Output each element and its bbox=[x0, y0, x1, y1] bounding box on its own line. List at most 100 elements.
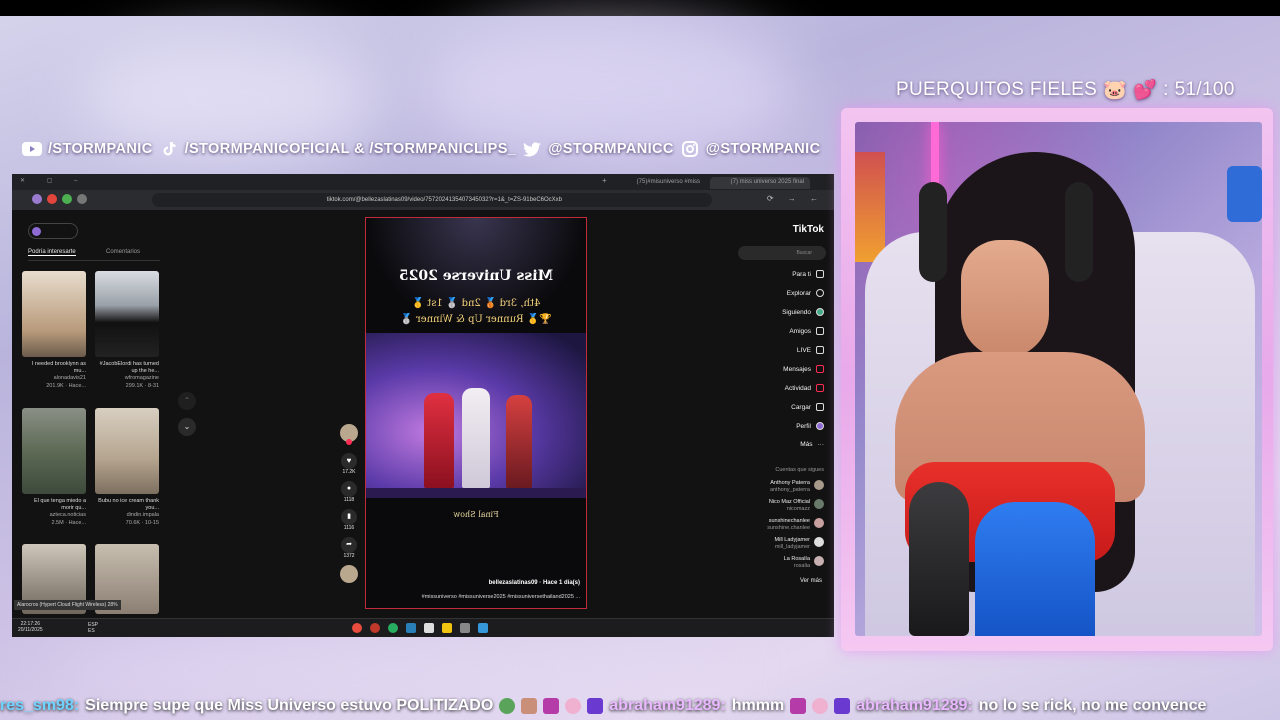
suggested-caption[interactable]: Bubu no ice cream thank you... bbox=[95, 498, 159, 512]
following-account[interactable]: Anthony Paterra anthony_paterra bbox=[770, 480, 810, 494]
suggested-author[interactable]: dindin.impala bbox=[95, 512, 159, 519]
friends-icon bbox=[816, 327, 824, 335]
address-bar[interactable]: tiktok.com/@bellezaslatinas09/video/7572… bbox=[152, 193, 712, 207]
bookmark-icon[interactable]: ▮ bbox=[341, 509, 357, 525]
contestant-figure bbox=[506, 395, 532, 488]
suggested-caption[interactable]: #JacobElordi has turned up the he... bbox=[95, 361, 159, 375]
tab-comentarios[interactable]: Comentarios bbox=[106, 249, 140, 255]
webcam-feed bbox=[855, 122, 1262, 636]
avatar[interactable] bbox=[814, 480, 824, 490]
profile-icon bbox=[816, 422, 824, 430]
app-icon[interactable] bbox=[406, 623, 416, 633]
video-actions: ♥ 17.2K ● 1118 ▮ 1116 ➦ 1372 bbox=[338, 424, 360, 583]
video-hashtags[interactable]: #missuniverso #missuniverse2025 #missuni… bbox=[422, 594, 580, 600]
nav-item-amigos[interactable]: Amigos bbox=[789, 327, 824, 335]
suggested-author[interactable]: azteca.noticias bbox=[22, 512, 86, 519]
save-count: 1116 bbox=[343, 525, 355, 531]
pepe-emote-icon bbox=[499, 698, 516, 714]
upload-icon bbox=[816, 403, 824, 411]
video-title: Miss Universe 2025 bbox=[398, 268, 554, 284]
suggested-stats: 2.5M · Hace... bbox=[51, 520, 86, 526]
browser-toolbar: tiktok.com/@bellezaslatinas09/video/7572… bbox=[12, 190, 834, 210]
message-icon bbox=[816, 365, 824, 373]
instagram-icon bbox=[680, 141, 700, 157]
suggested-video-thumbnail[interactable] bbox=[22, 408, 86, 494]
chevron-down-icon[interactable]: ⌄ bbox=[178, 418, 196, 436]
nav-item-perfil[interactable]: Perfil bbox=[796, 422, 824, 430]
avatar[interactable] bbox=[814, 537, 824, 547]
clock[interactable]: 22:17:26 20/11/2025 bbox=[18, 621, 43, 633]
nav-item-siguiendo[interactable]: Siguiendo bbox=[782, 308, 824, 316]
face bbox=[961, 240, 1049, 358]
video-ranking-line: 🏆🥇 Runner Up & Winner 🥈 bbox=[400, 314, 552, 325]
app-icon[interactable] bbox=[460, 623, 470, 633]
video-player[interactable]: Miss Universe 2025 4th, 3rd 🥉 2nd 🥈 1st … bbox=[365, 217, 587, 609]
nav-item-mensajes[interactable]: Mensajes bbox=[783, 365, 824, 373]
nav-buttons[interactable]: ⟳ → ← bbox=[767, 194, 824, 203]
more-icon: ··· bbox=[817, 441, 825, 448]
chrome-icon[interactable] bbox=[352, 623, 362, 633]
screen-capture: (7) miss universo 2025 final (75)#misuni… bbox=[12, 174, 834, 637]
following-account[interactable]: sunshinechanlee sunshine.chanlee bbox=[767, 518, 810, 532]
video-author[interactable]: bellezaslatinas09 · Hace 1 día(s) bbox=[489, 580, 580, 586]
tiktok-logo[interactable]: TikTok bbox=[793, 224, 824, 235]
following-account[interactable]: La Rosalía rosalia bbox=[784, 556, 810, 570]
following-account[interactable]: Mill Ladyjamer mill_ladyjamer bbox=[775, 537, 810, 551]
music-disc-icon[interactable] bbox=[340, 565, 358, 583]
pig-icon: 🐷 bbox=[1103, 80, 1128, 101]
top-black-bar bbox=[0, 0, 1280, 16]
following-icon bbox=[816, 308, 824, 316]
see-more-link[interactable]: Ver más bbox=[800, 578, 822, 584]
suggested-caption[interactable]: El que tenga miedo a morir qu... bbox=[22, 498, 86, 512]
extension-icons[interactable] bbox=[32, 194, 87, 204]
wall-poster bbox=[855, 152, 885, 262]
folder-icon[interactable] bbox=[442, 623, 452, 633]
avatar[interactable] bbox=[814, 499, 824, 509]
microphone bbox=[909, 482, 969, 636]
pig-emote-icon bbox=[812, 698, 829, 714]
comment-icon[interactable]: ● bbox=[341, 481, 357, 497]
window-controls[interactable]: ✕ ▢ – bbox=[20, 177, 87, 184]
mini-player-controls[interactable] bbox=[28, 223, 78, 239]
nav-item-mas[interactable]: Más ··· bbox=[800, 441, 824, 448]
language-indicator[interactable]: ESP ES bbox=[88, 622, 102, 634]
suggested-video-thumbnail[interactable] bbox=[95, 408, 159, 494]
tab-podria-interesarte[interactable]: Podría interesarte bbox=[28, 249, 76, 256]
nav-item-cargar[interactable]: Cargar bbox=[791, 403, 824, 411]
browser-tab[interactable]: (75)#misuniverso #miss bbox=[606, 177, 706, 189]
nav-item-live[interactable]: LIVE bbox=[797, 346, 824, 354]
browser-tab[interactable]: (7) miss universo 2025 final bbox=[710, 177, 810, 189]
suggested-author[interactable]: wfromagazine bbox=[95, 375, 159, 382]
follow-plus-icon[interactable] bbox=[346, 439, 352, 445]
nav-item-actividad[interactable]: Actividad bbox=[785, 384, 824, 392]
following-account[interactable]: Nico Maz Official nicomazz bbox=[769, 499, 810, 513]
live-icon bbox=[816, 346, 824, 354]
social-handle: /STORMPANICOFICIAL & /STORMPANICLIPS_ bbox=[184, 141, 517, 157]
chat-username: abraham91289: bbox=[609, 697, 726, 714]
suggested-caption[interactable]: I needed brooklynn as mu... bbox=[22, 361, 86, 375]
avatar[interactable] bbox=[814, 518, 824, 528]
edge-icon[interactable] bbox=[388, 623, 398, 633]
heart-icon[interactable]: ♥ bbox=[341, 453, 357, 469]
tiktok-sidebar: TikTok Buscar Para ti Explorar Siguiendo… bbox=[737, 210, 834, 621]
suggested-author[interactable]: alonadavis21 bbox=[22, 375, 86, 382]
nav-item-explorar[interactable]: Explorar bbox=[787, 289, 824, 297]
windows-taskbar: 22:17:26 20/11/2025 ESP ES bbox=[12, 618, 834, 637]
search-input[interactable]: Buscar bbox=[738, 246, 826, 260]
windows-start-icon[interactable] bbox=[478, 623, 488, 633]
app-icon[interactable] bbox=[424, 623, 434, 633]
nav-item-para-ti[interactable]: Para ti bbox=[792, 270, 824, 278]
pig-emote-icon bbox=[565, 698, 582, 714]
browser-tab-strip: (7) miss universo 2025 final (75)#misuni… bbox=[12, 174, 834, 190]
chevron-up-icon[interactable]: ⌃ bbox=[178, 392, 196, 410]
new-tab-button[interactable]: + bbox=[602, 176, 607, 185]
avatar[interactable] bbox=[814, 556, 824, 566]
suggested-video-thumbnail[interactable] bbox=[22, 271, 86, 357]
suggested-video-thumbnail[interactable] bbox=[95, 271, 159, 357]
heart-badge-icon bbox=[790, 698, 807, 714]
hearts-icon: 💕 bbox=[1133, 80, 1158, 101]
social-handles: /STORMPANIC /STORMPANICOFICIAL & /STORMP… bbox=[22, 138, 820, 160]
share-icon[interactable]: ➦ bbox=[341, 537, 357, 553]
chat-username: res_sm98: bbox=[0, 697, 80, 714]
obs-icon[interactable] bbox=[370, 623, 380, 633]
